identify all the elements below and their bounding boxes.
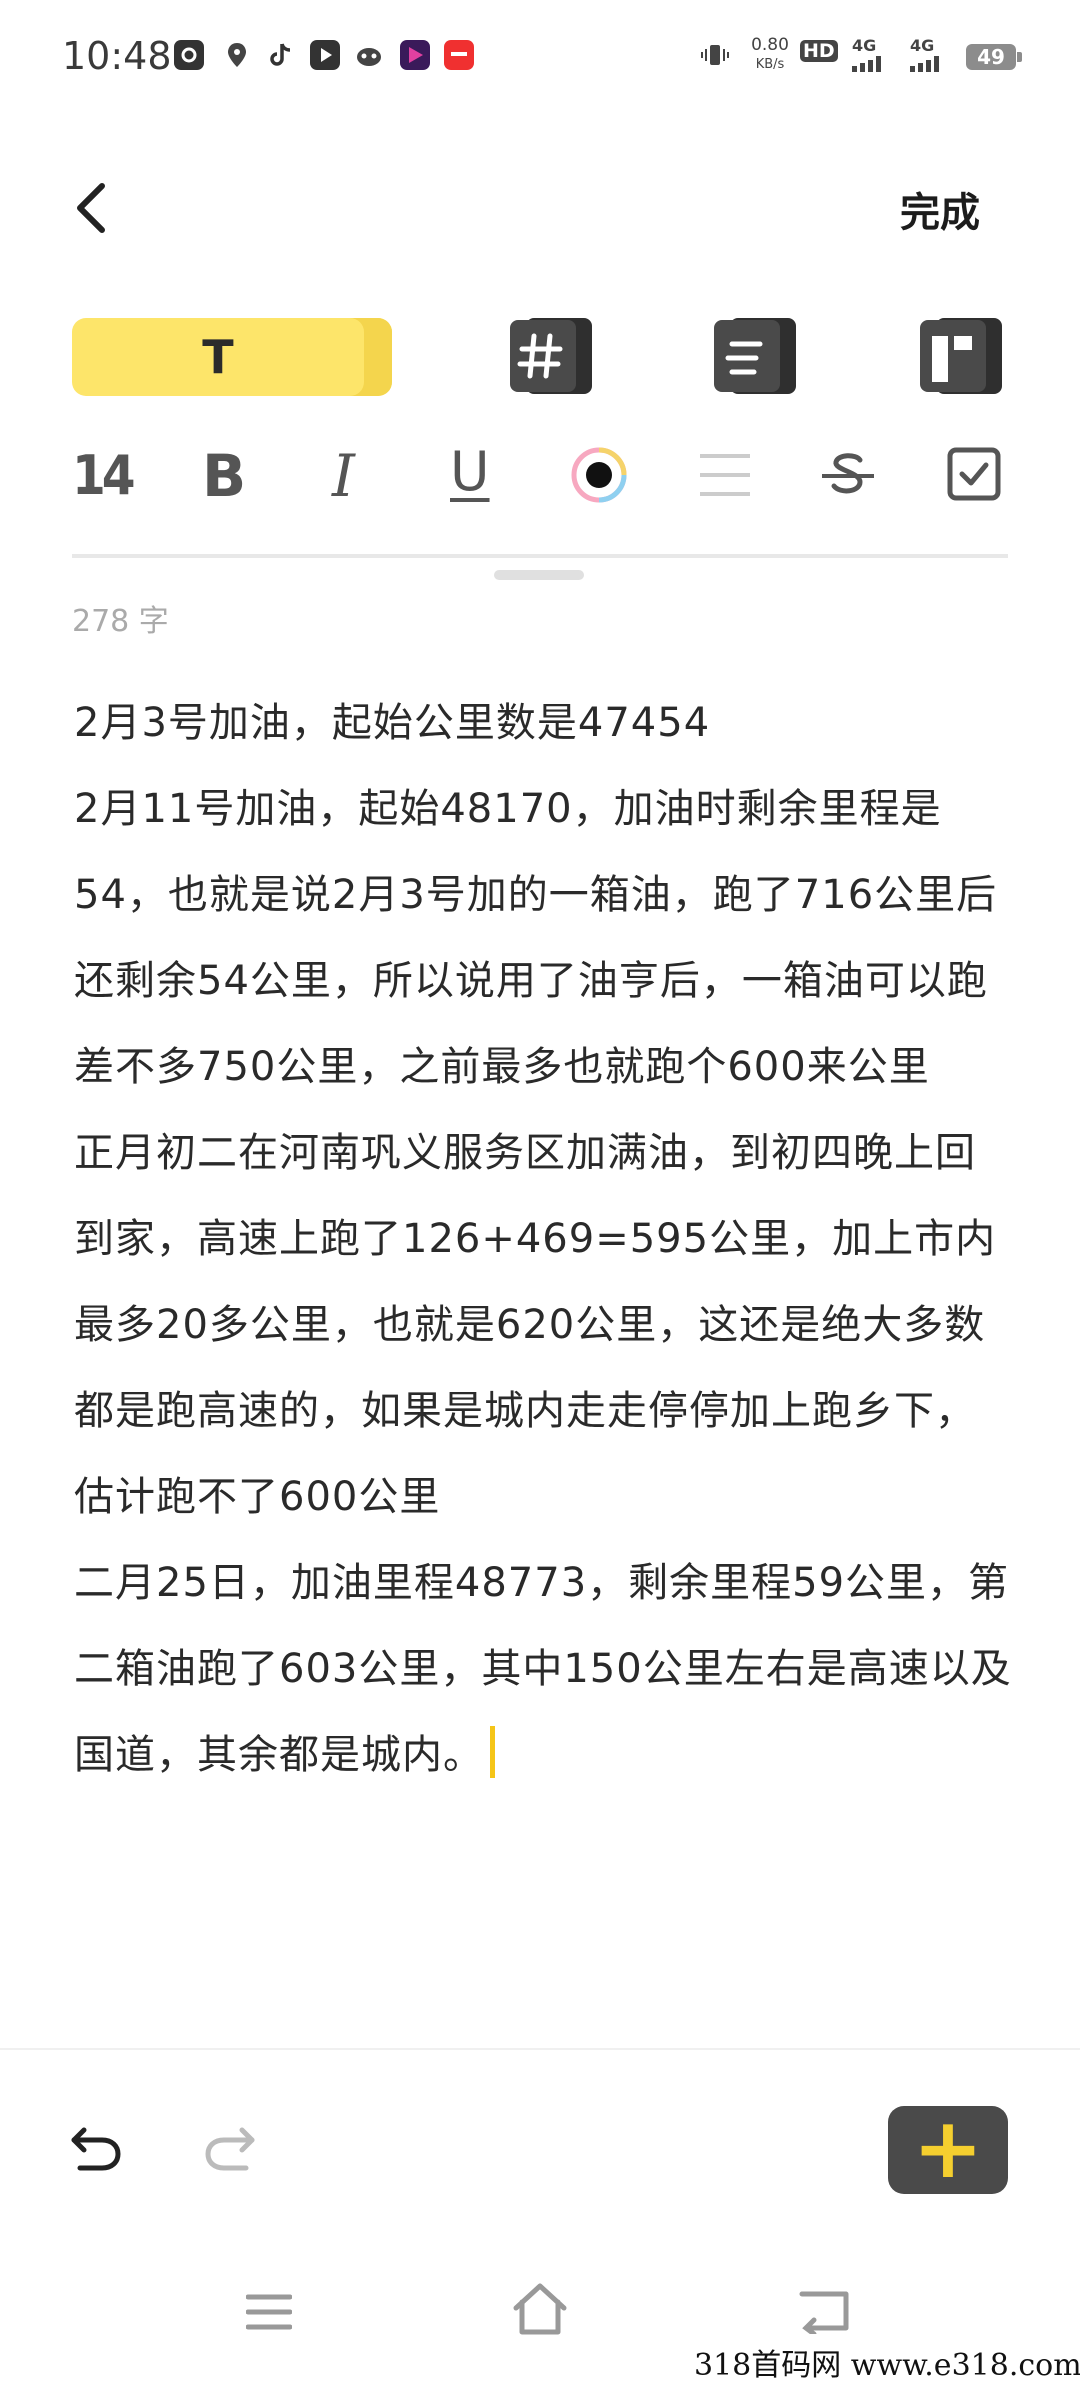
text-caret	[490, 1726, 495, 1778]
media-app-icon	[400, 40, 430, 70]
tiktok-icon	[266, 40, 296, 70]
tab-text-label: T	[202, 330, 234, 384]
strikethrough-button[interactable]	[818, 448, 878, 504]
layout-tab-icon[interactable]	[916, 316, 1006, 396]
add-label: +	[912, 2099, 984, 2197]
nav-menu-button[interactable]	[245, 2292, 293, 2332]
color-wheel-icon	[571, 447, 627, 503]
back-button[interactable]	[66, 178, 116, 238]
underline-button[interactable]: U	[450, 440, 490, 503]
menu-icon	[245, 2294, 293, 2330]
tab-text-style[interactable]: T	[72, 318, 392, 396]
chevron-left-icon	[77, 183, 105, 233]
text-color-button[interactable]	[570, 446, 628, 504]
redo-icon	[205, 2127, 255, 2171]
battery-level: 49	[966, 44, 1016, 70]
align-button[interactable]	[698, 452, 752, 498]
drag-handle[interactable]	[494, 570, 584, 580]
note-paragraph: 2月3号加油，起始公里数是47454	[74, 700, 711, 746]
music-app-icon	[174, 40, 204, 70]
checkbox-icon	[947, 447, 1001, 501]
redo-button[interactable]	[200, 2116, 260, 2176]
vibrate-icon	[700, 40, 730, 70]
network-speed: 0.80 KB/s	[751, 35, 789, 73]
shop-app-icon	[444, 40, 474, 70]
battery-icon	[1017, 52, 1022, 62]
add-button[interactable]: +	[888, 2099, 1008, 2197]
note-paragraph: 二月25日，加油里程48773，剩余里程59公里，第二箱油跑了603公里，其中1…	[74, 1540, 1014, 1798]
status-time: 10:48	[62, 34, 172, 78]
location-app-icon	[222, 40, 252, 70]
home-icon	[513, 2283, 567, 2335]
hd-badge: HD	[800, 40, 838, 62]
nav-home-button[interactable]	[512, 2282, 568, 2336]
watermark: 318首码网 www.e318.com	[694, 2348, 1080, 2383]
back-arrow-icon	[799, 2291, 849, 2337]
toolbar-divider	[72, 554, 1008, 558]
align-lines-icon	[700, 454, 750, 496]
video-app-icon	[310, 40, 340, 70]
strikethrough-icon	[822, 453, 874, 494]
nav-back-button[interactable]	[798, 2288, 852, 2337]
sim2-label: 4G	[910, 36, 935, 55]
hashtag-tab-icon[interactable]	[506, 316, 596, 396]
sim1-label: 4G	[852, 36, 877, 55]
undo-button[interactable]	[66, 2116, 126, 2176]
bottom-divider	[0, 2048, 1080, 2050]
note-paragraph: 2月11号加油，起始48170，加油时剩余里程是54，也就是说2月3号加的一箱油…	[74, 786, 998, 1090]
note-paragraph-text: 二月25日，加油里程48773，剩余里程59公里，第二箱油跑了603公里，其中1…	[74, 1560, 1012, 1778]
signal-icon	[852, 56, 888, 76]
undo-icon	[71, 2127, 121, 2171]
note-editor[interactable]: 2月3号加油，起始公里数是47454 2月11号加油，起始48170，加油时剩余…	[74, 680, 1014, 1798]
italic-button[interactable]: I	[332, 442, 355, 510]
bold-button[interactable]: B	[202, 442, 246, 510]
list-tab-icon[interactable]	[710, 316, 800, 396]
status-bar: 10:48 0.80 KB/s HD 4G 4G 49	[0, 0, 1080, 110]
font-size-button[interactable]: 14	[72, 444, 136, 507]
cat-app-icon	[354, 40, 384, 70]
checkbox-button[interactable]	[946, 446, 1002, 502]
note-paragraph: 正月初二在河南巩义服务区加满油，到初四晚上回到家，高速上跑了126+469=59…	[74, 1130, 997, 1520]
signal-icon	[910, 56, 946, 76]
word-count: 278 字	[72, 604, 169, 639]
done-button[interactable]: 完成	[900, 180, 980, 238]
